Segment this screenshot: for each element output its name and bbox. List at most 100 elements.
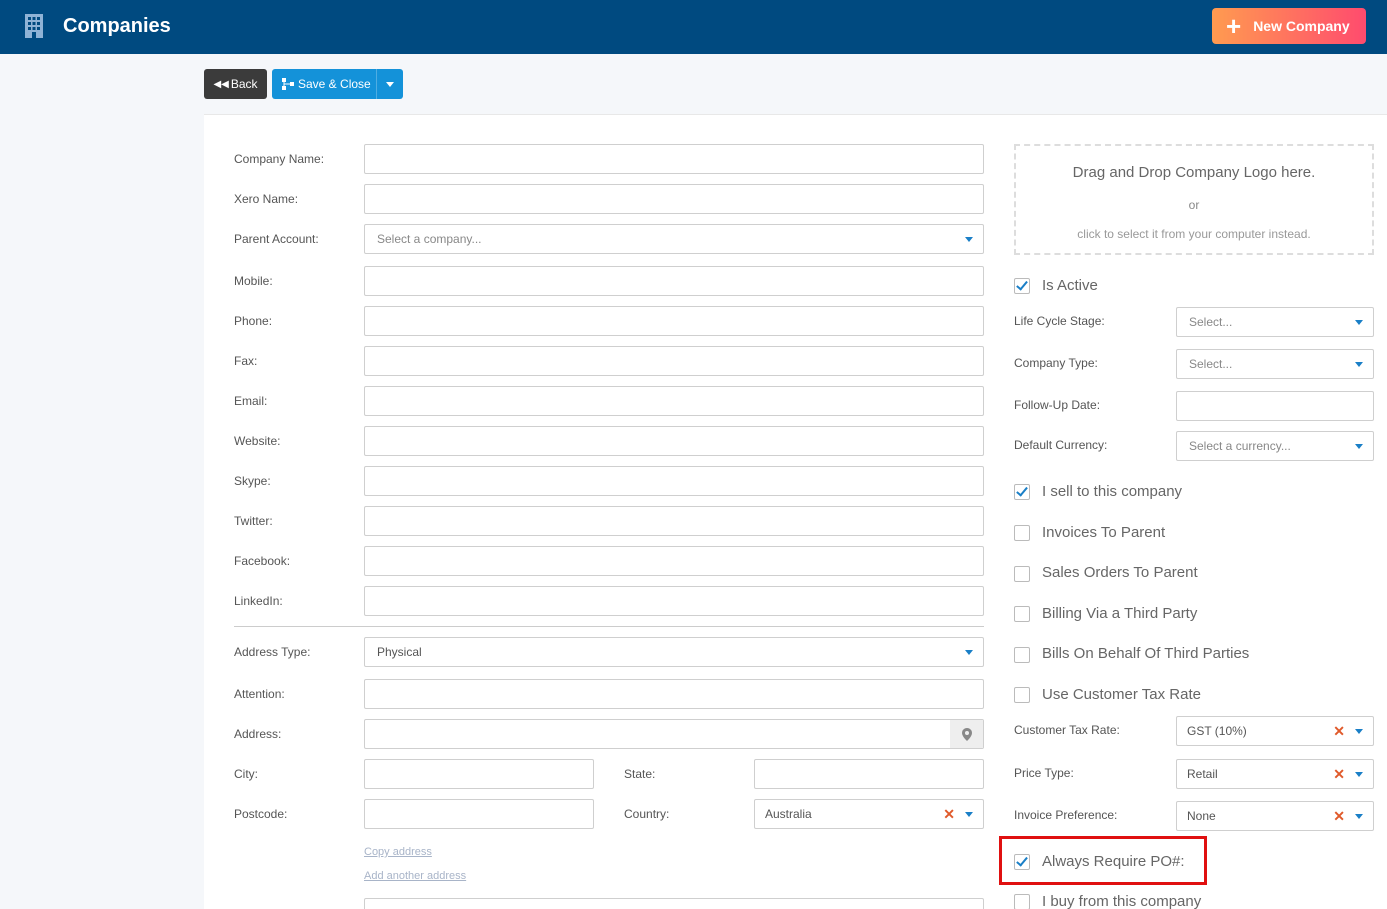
twitter-input[interactable]: [364, 506, 984, 536]
company-name-input[interactable]: [364, 144, 984, 174]
state-input[interactable]: [754, 759, 984, 789]
address-label: Address:: [234, 727, 282, 741]
parent-account-select[interactable]: Select a company...: [364, 224, 984, 254]
logo-dropzone[interactable]: Drag and Drop Company Logo here. or clic…: [1014, 144, 1374, 255]
save-close-label: Save & Close: [298, 77, 371, 91]
sales-orders-parent-label: Sales Orders To Parent: [1042, 564, 1198, 581]
price-type-label: Price Type:: [1014, 766, 1074, 780]
map-marker-button[interactable]: [950, 720, 983, 748]
use-tax-rate-checkbox[interactable]: [1014, 687, 1030, 703]
country-select[interactable]: Australia ✕: [754, 799, 984, 829]
sell-to-checkbox[interactable]: [1014, 484, 1030, 500]
company-type-select[interactable]: Select...: [1176, 349, 1374, 379]
linkedin-input[interactable]: [364, 586, 984, 616]
email-label: Email:: [234, 394, 268, 408]
back-icon: ◀◀: [213, 78, 229, 90]
attention-input[interactable]: [364, 679, 984, 709]
new-company-button[interactable]: + New Company: [1212, 8, 1366, 44]
facebook-input[interactable]: [364, 546, 984, 576]
website-label: Website:: [234, 434, 281, 448]
add-another-address-link[interactable]: Add another address: [364, 870, 466, 882]
buy-from-checkbox[interactable]: [1014, 894, 1030, 909]
fax-label: Fax:: [234, 354, 258, 368]
currency-select[interactable]: Select a currency...: [1176, 431, 1374, 461]
back-button[interactable]: ◀◀ Back: [204, 69, 267, 99]
customer-tax-rate-select[interactable]: GST (10%) ✕: [1176, 716, 1374, 746]
billing-third-label: Billing Via a Third Party: [1042, 605, 1198, 622]
caret-down-icon: [1355, 320, 1363, 325]
sales-orders-parent-checkbox[interactable]: [1014, 566, 1030, 582]
check-icon: [1016, 484, 1028, 497]
xero-name-input[interactable]: [364, 184, 984, 214]
invoice-pref-select[interactable]: None ✕: [1176, 801, 1374, 831]
invoice-pref-label: Invoice Preference:: [1014, 808, 1118, 822]
facebook-label: Facebook:: [234, 554, 291, 568]
caret-down-icon: [965, 650, 973, 655]
clear-icon[interactable]: ✕: [1333, 724, 1345, 738]
use-tax-rate-label: Use Customer Tax Rate: [1042, 686, 1201, 703]
mobile-input[interactable]: [364, 266, 984, 296]
caret-down-icon: [965, 812, 973, 817]
clear-icon[interactable]: ✕: [943, 807, 955, 821]
follow-up-label: Follow-Up Date:: [1014, 398, 1101, 412]
company-name-label: Company Name:: [234, 152, 325, 166]
new-company-label: New Company: [1253, 18, 1350, 34]
follow-up-input[interactable]: [1176, 391, 1374, 421]
caret-down-icon: [1355, 772, 1363, 777]
invoices-parent-label: Invoices To Parent: [1042, 524, 1166, 541]
clear-icon[interactable]: ✕: [1333, 767, 1345, 781]
fax-input[interactable]: [364, 346, 984, 376]
caret-down-icon: [1355, 729, 1363, 734]
is-active-label: Is Active: [1042, 277, 1098, 294]
city-label: City:: [234, 767, 258, 781]
country-label: Country:: [624, 807, 670, 821]
address-type-value: Physical: [377, 645, 422, 659]
page-title: Companies: [63, 15, 171, 37]
address-type-select[interactable]: Physical: [364, 637, 984, 667]
phone-label: Phone:: [234, 314, 273, 328]
highlight-box: [999, 836, 1207, 885]
company-type-label: Company Type:: [1014, 356, 1098, 370]
company-type-placeholder: Select...: [1189, 357, 1233, 371]
save-options-dropdown[interactable]: [376, 69, 403, 99]
invoice-pref-value: None: [1187, 809, 1216, 823]
country-value: Australia: [765, 807, 812, 821]
invoices-parent-checkbox[interactable]: [1014, 525, 1030, 541]
parent-account-label: Parent Account:: [234, 232, 319, 246]
address-input[interactable]: [364, 719, 984, 749]
website-input[interactable]: [364, 426, 984, 456]
xero-name-label: Xero Name:: [234, 192, 299, 206]
back-label: Back: [230, 77, 258, 91]
phone-input[interactable]: [364, 306, 984, 336]
twitter-label: Twitter:: [234, 514, 273, 528]
save-close-button[interactable]: Save & Close: [272, 69, 376, 99]
sitemap-icon: [282, 78, 294, 90]
save-close-button-group: Save & Close: [272, 69, 403, 99]
dropzone-title: Drag and Drop Company Logo here.: [1072, 164, 1316, 181]
skype-input[interactable]: [364, 466, 984, 496]
billing-third-checkbox[interactable]: [1014, 606, 1030, 622]
customer-tax-rate-value: GST (10%): [1187, 724, 1247, 738]
parent-account-placeholder: Select a company...: [377, 232, 482, 246]
postcode-label: Postcode:: [234, 807, 288, 821]
caret-down-icon: [1355, 444, 1363, 449]
city-input[interactable]: [364, 759, 594, 789]
is-active-checkbox[interactable]: [1014, 278, 1030, 294]
customer-tax-rate-label: Customer Tax Rate:: [1014, 723, 1120, 737]
copy-address-link[interactable]: Copy address: [364, 846, 432, 858]
email-input[interactable]: [364, 386, 984, 416]
price-type-value: Retail: [1187, 767, 1218, 781]
caret-down-icon: [965, 237, 973, 242]
bills-behalf-label: Bills On Behalf Of Third Parties: [1042, 645, 1250, 662]
life-cycle-select[interactable]: Select...: [1176, 307, 1374, 337]
mobile-label: Mobile:: [234, 274, 273, 288]
price-type-select[interactable]: Retail ✕: [1176, 759, 1374, 789]
postcode-input[interactable]: [364, 799, 594, 829]
skype-label: Skype:: [234, 474, 271, 488]
linkedin-label: LinkedIn:: [234, 594, 283, 608]
buy-from-label: I buy from this company: [1042, 893, 1202, 909]
caret-down-icon: [1355, 814, 1363, 819]
bills-behalf-checkbox[interactable]: [1014, 647, 1030, 663]
extra-input[interactable]: [364, 898, 984, 909]
clear-icon[interactable]: ✕: [1333, 809, 1345, 823]
